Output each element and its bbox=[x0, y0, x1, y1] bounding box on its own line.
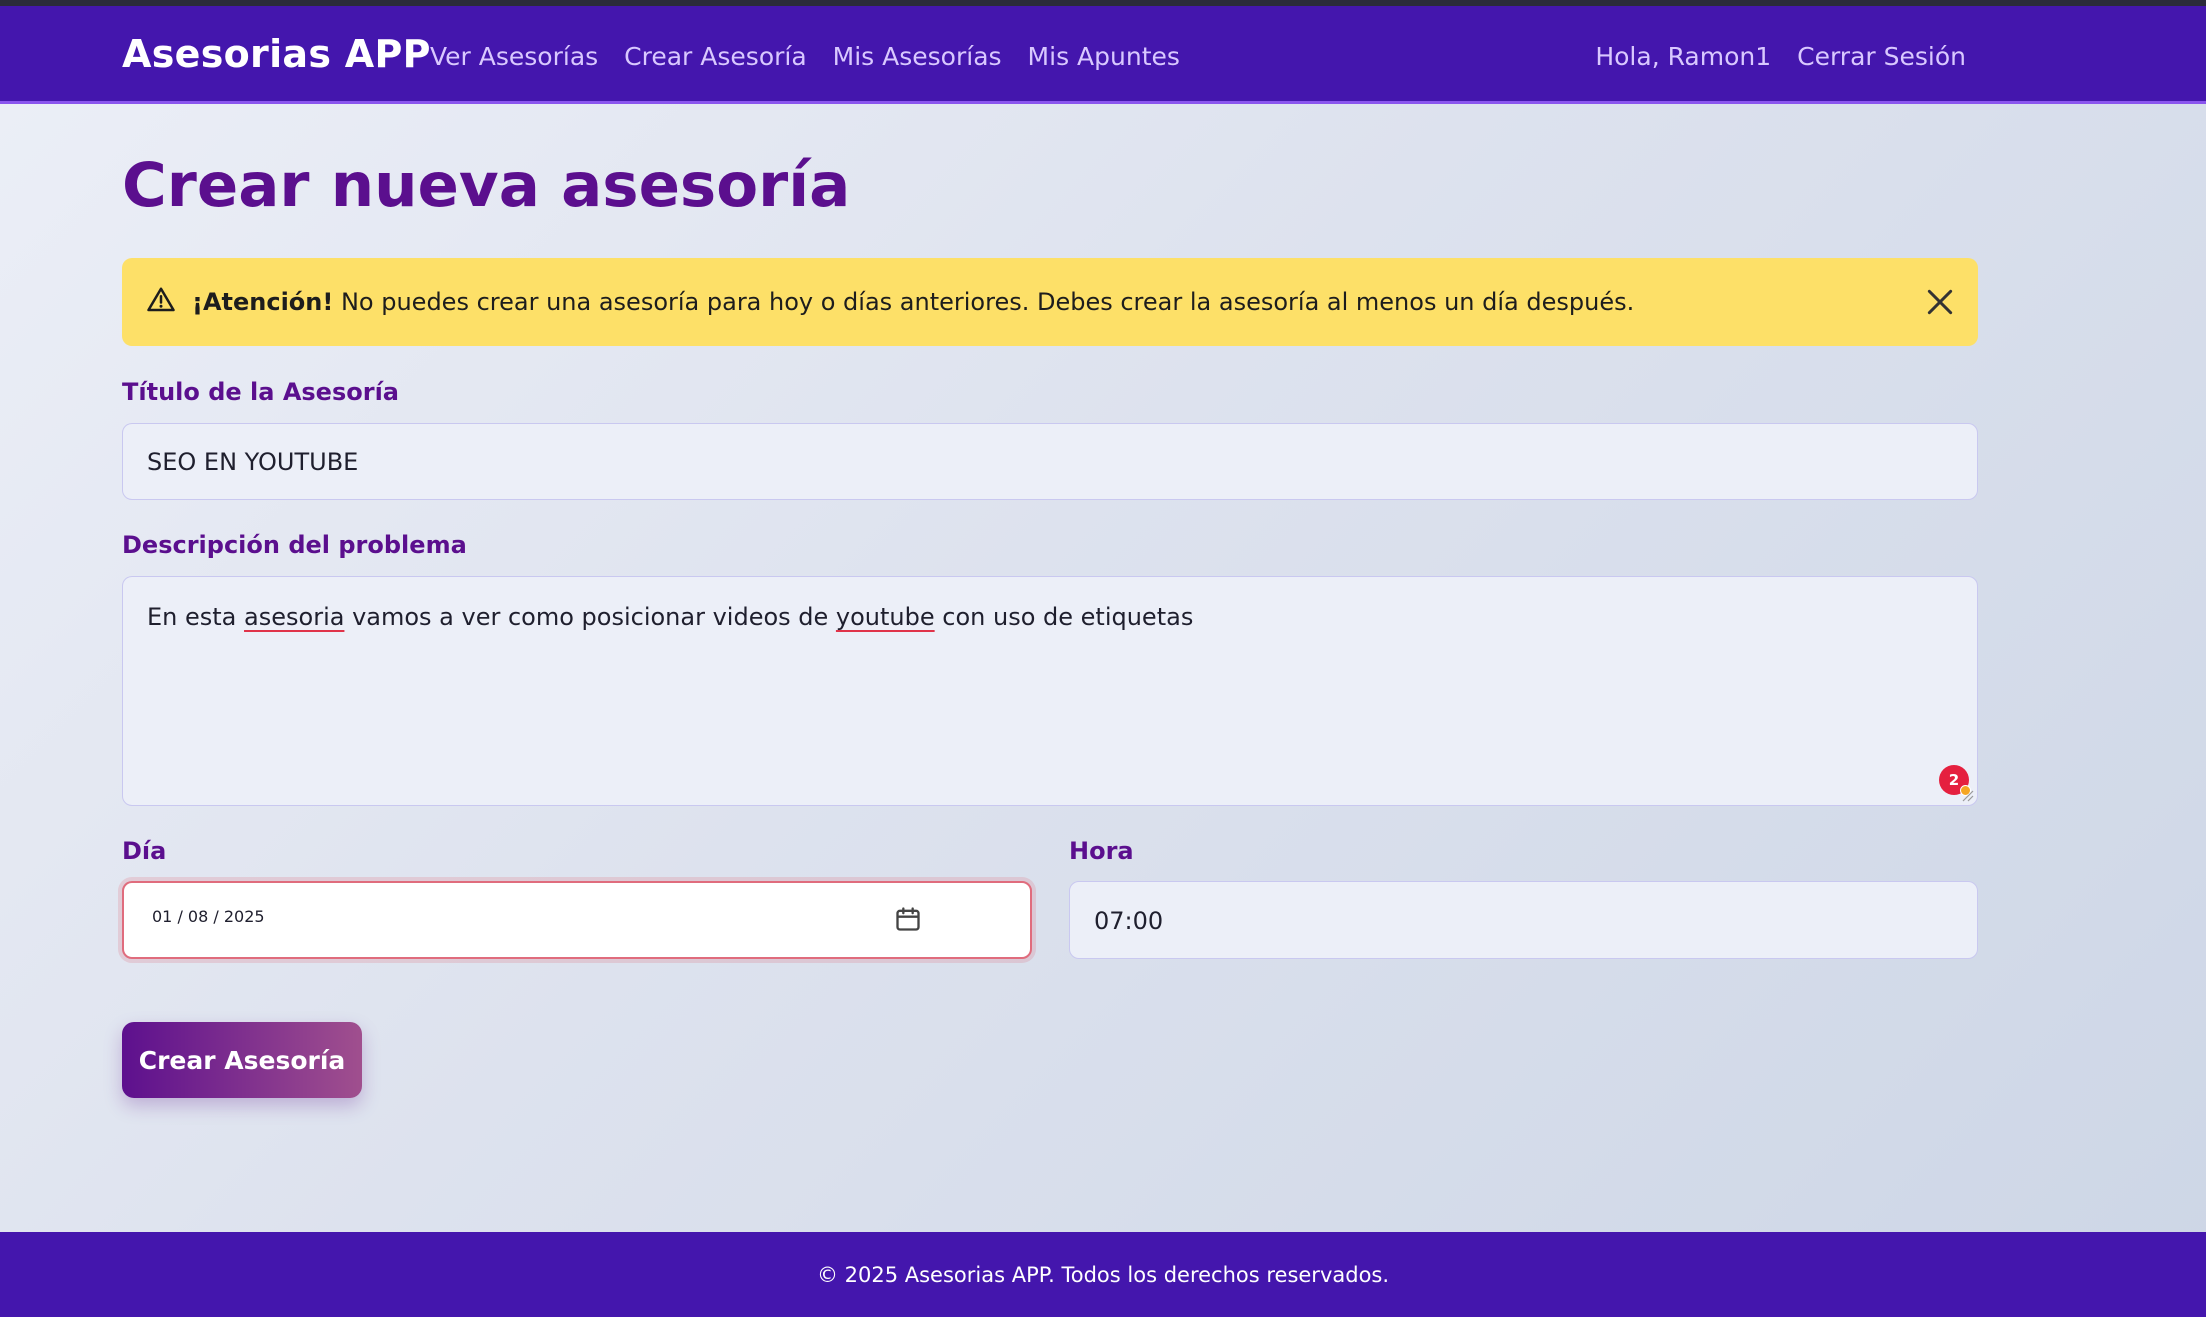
footer: © 2025 Asesorias APP. Todos los derechos… bbox=[0, 1232, 2206, 1317]
alert-text: ¡Atención! No puedes crear una asesoría … bbox=[192, 288, 1634, 316]
page-title: Crear nueva asesoría bbox=[122, 150, 851, 221]
description-part: En esta bbox=[147, 603, 245, 631]
footer-copyright: © 2025 Asesorias APP. Todos los derechos… bbox=[816, 1263, 1390, 1287]
description-textarea[interactable]: En esta asesoria vamos a ver como posici… bbox=[122, 576, 1978, 806]
nav-link-mis-apuntes[interactable]: Mis Apuntes bbox=[1028, 42, 1180, 71]
description-part: vamos a ver como posicionar videos de bbox=[344, 603, 836, 631]
day-input-value: 01 / 08 / 2025 bbox=[152, 907, 265, 926]
hour-input-value: 07:00 bbox=[1094, 907, 1164, 935]
alert-message: No puedes crear una asesoría para hoy o … bbox=[340, 288, 1635, 316]
description-label: Descripción del problema bbox=[122, 531, 467, 559]
day-date-input[interactable]: 01 / 08 / 2025 bbox=[122, 881, 1032, 959]
hour-time-input[interactable]: 07:00 bbox=[1069, 881, 1978, 959]
brand-logo[interactable]: Asesorias APP bbox=[122, 32, 431, 76]
description-text: En esta asesoria vamos a ver como posici… bbox=[147, 603, 1193, 631]
nav-link-crear-asesoria[interactable]: Crear Asesoría bbox=[624, 42, 806, 71]
title-label: Título de la Asesoría bbox=[122, 378, 399, 406]
spellcheck-count: 2 bbox=[1948, 771, 1960, 789]
day-label: Día bbox=[122, 837, 167, 865]
main-nav: Ver Asesorías Crear Asesoría Mis Asesorí… bbox=[430, 42, 1180, 71]
description-part: con uso de etiquetas bbox=[934, 603, 1194, 631]
user-nav: Hola, Ramon1 Cerrar Sesión bbox=[1595, 42, 1966, 71]
create-asesoria-button[interactable]: Crear Asesoría bbox=[122, 1022, 362, 1098]
nav-link-ver-asesorias[interactable]: Ver Asesorías bbox=[430, 42, 598, 71]
hour-label: Hora bbox=[1069, 837, 1134, 865]
warning-triangle-icon bbox=[147, 287, 175, 312]
logout-link[interactable]: Cerrar Sesión bbox=[1797, 42, 1966, 71]
nav-link-mis-asesorias[interactable]: Mis Asesorías bbox=[833, 42, 1002, 71]
title-input[interactable]: SEO EN YOUTUBE bbox=[122, 423, 1978, 500]
close-icon[interactable] bbox=[1924, 286, 1956, 318]
alert-title: ¡Atención! bbox=[192, 288, 334, 316]
resize-handle-icon[interactable] bbox=[1960, 788, 1974, 802]
warning-alert: ¡Atención! No puedes crear una asesoría … bbox=[122, 258, 1978, 346]
misspelled-word[interactable]: asesoria bbox=[244, 603, 344, 631]
navbar: Asesorias APP Ver Asesorías Crear Asesor… bbox=[0, 6, 2206, 104]
title-input-value: SEO EN YOUTUBE bbox=[147, 448, 359, 476]
misspelled-word[interactable]: youtube bbox=[836, 603, 935, 631]
calendar-icon[interactable] bbox=[894, 905, 922, 933]
user-greeting[interactable]: Hola, Ramon1 bbox=[1595, 42, 1771, 71]
